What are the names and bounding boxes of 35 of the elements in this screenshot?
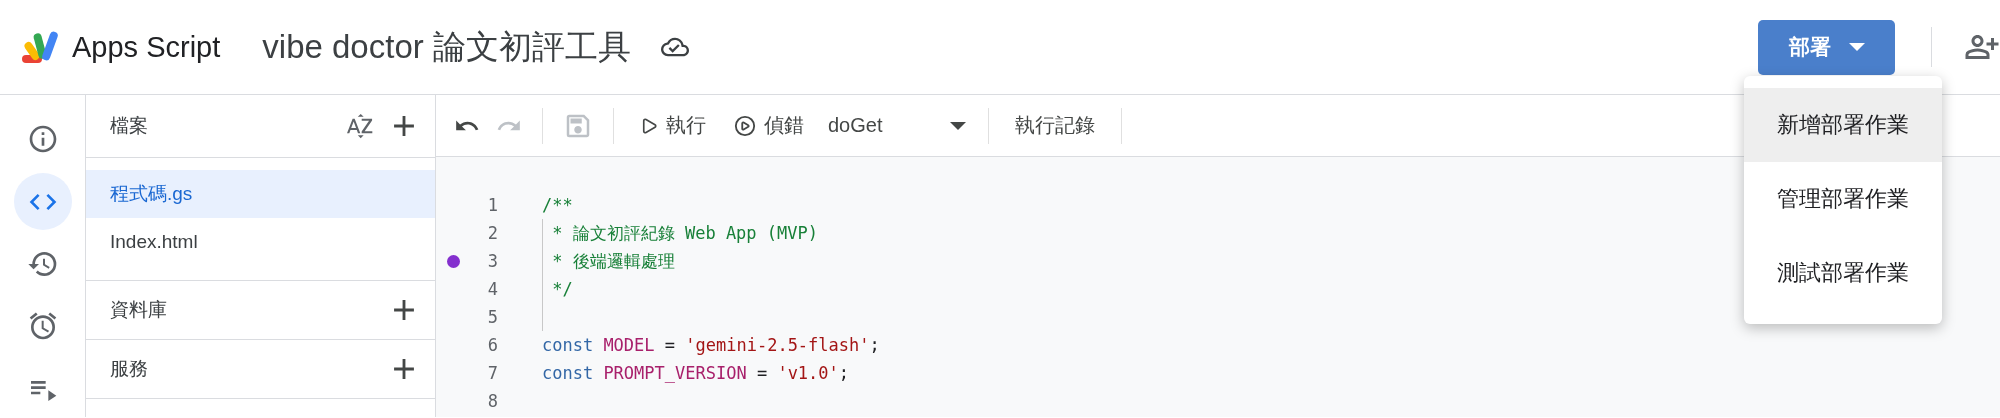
- debug-button[interactable]: 偵錯: [724, 112, 814, 139]
- debug-icon: [734, 114, 756, 137]
- app-name: Apps Script: [72, 30, 221, 64]
- caret-icon: [950, 121, 966, 130]
- menu-item[interactable]: 測試部署作業: [1744, 236, 1942, 310]
- files-heading: 檔案: [110, 114, 149, 138]
- deploy-button[interactable]: 部署: [1758, 19, 1895, 75]
- play-icon: [640, 116, 658, 135]
- sort-icon[interactable]: [345, 111, 375, 141]
- code-line: * 後端邏輯處理: [551, 249, 675, 273]
- run-button[interactable]: 執行: [630, 112, 716, 139]
- section-label: 服務: [110, 357, 149, 381]
- file-item[interactable]: 程式碼.gs: [86, 170, 435, 218]
- caret-icon: [1848, 43, 1865, 51]
- function-select[interactable]: doGet: [822, 114, 972, 137]
- execution-log-button[interactable]: 執行記錄: [1005, 112, 1105, 139]
- line-number: 5: [486, 307, 498, 327]
- project-title[interactable]: vibe doctor 論文初評工具: [262, 24, 631, 70]
- code-line: */: [551, 279, 573, 299]
- code-line: const PROMPT_VERSION = 'v1.0';: [542, 363, 850, 383]
- code-line: const MODEL = 'gemini-2.5-flash';: [542, 335, 880, 355]
- section-label: 資料庫: [110, 298, 168, 322]
- line-number: 4: [486, 279, 498, 299]
- menu-item[interactable]: 管理部署作業: [1744, 162, 1942, 236]
- code-line: /**: [542, 195, 573, 215]
- line-number: 6: [486, 335, 498, 355]
- line-number: 1: [486, 195, 498, 215]
- breakpoint-dot[interactable]: [447, 254, 460, 268]
- code-line: * 論文初評紀錄 Web App (MVP): [551, 221, 818, 245]
- line-number: 7: [486, 363, 498, 383]
- line-number: 8: [486, 391, 498, 411]
- menu-item[interactable]: 新增部署作業: [1744, 88, 1942, 162]
- line-number: 3: [486, 251, 498, 271]
- line-number: 2: [486, 223, 498, 243]
- file-item[interactable]: Index.html: [86, 218, 435, 266]
